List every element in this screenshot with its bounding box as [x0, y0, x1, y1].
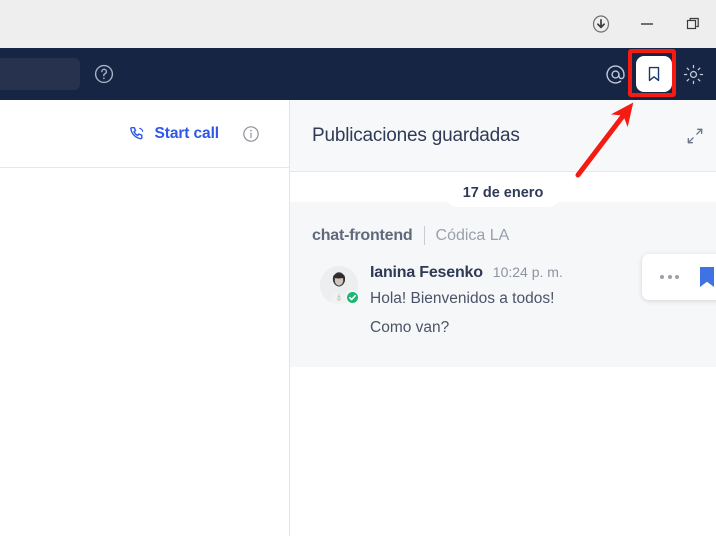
- ellipsis-icon[interactable]: [660, 275, 679, 279]
- navbar-actions: [598, 48, 710, 100]
- message-timestamp: 10:24 p. m.: [492, 264, 563, 280]
- status-badge: [345, 290, 360, 305]
- top-navbar: [0, 48, 716, 100]
- maximize-restore-icon[interactable]: [670, 0, 716, 48]
- chat-header: Start call: [0, 100, 289, 168]
- info-circle-icon[interactable]: [241, 124, 261, 144]
- minimize-icon[interactable]: [624, 0, 670, 48]
- message-row: Ianina Fesenko 10:24 p. m. Hola! Bienven…: [312, 254, 716, 339]
- page-title: Publicaciones guardadas: [312, 124, 520, 146]
- saved-posts-button[interactable]: [636, 56, 672, 92]
- avatar[interactable]: [320, 266, 360, 305]
- chat-column: Start call: [0, 100, 290, 536]
- help-circle-icon[interactable]: [92, 62, 116, 86]
- message-author[interactable]: Ianina Fesenko: [370, 264, 483, 282]
- expand-diagonal-icon[interactable]: [685, 126, 707, 148]
- start-call-button[interactable]: Start call: [128, 125, 219, 143]
- start-call-label: Start call: [154, 124, 220, 142]
- mention-at-icon[interactable]: [598, 57, 632, 91]
- source-separator: [423, 226, 425, 245]
- phone-call-icon: [128, 125, 146, 143]
- message-hover-actions: [642, 254, 716, 300]
- bookmark-filled-icon[interactable]: [699, 267, 715, 287]
- message-text-line-1: Hola! Bienvenidos a todos!: [370, 290, 555, 307]
- saved-panel-header: Publicaciones guardadas: [290, 100, 716, 172]
- saved-post-card[interactable]: chat-frontend Códica LA Ianina Fesenko 1…: [290, 202, 716, 367]
- window-titlebar: [0, 0, 716, 48]
- post-channel[interactable]: chat-frontend: [312, 227, 413, 245]
- post-source: chat-frontend Códica LA: [312, 226, 509, 245]
- search-input[interactable]: [0, 58, 80, 90]
- date-divider-label: 17 de enero: [444, 180, 562, 207]
- saved-posts-panel: Publicaciones guardadas 17 de enero chat…: [290, 100, 716, 536]
- gear-icon[interactable]: [676, 57, 710, 91]
- post-team: Códica LA: [435, 226, 510, 244]
- date-divider: 17 de enero: [290, 172, 716, 207]
- message-text-line-2: Como van?: [370, 318, 450, 336]
- download-circle-icon[interactable]: [578, 0, 624, 48]
